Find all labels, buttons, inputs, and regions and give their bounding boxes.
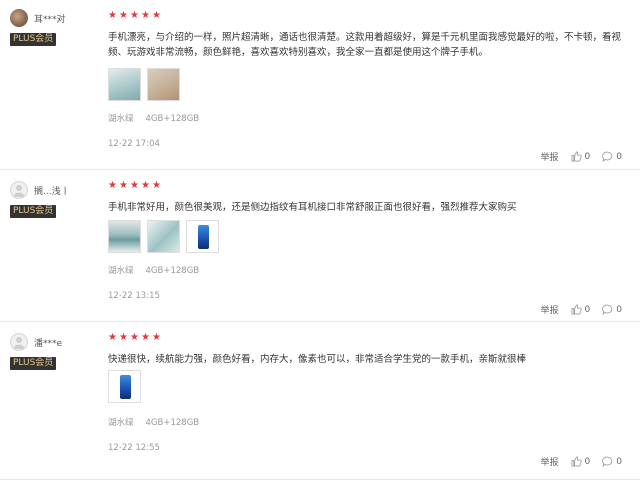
star-icon: ★ (141, 10, 150, 21)
avatar[interactable] (10, 333, 28, 351)
review-image-thumbnail[interactable] (186, 220, 219, 253)
like-count: 0 (584, 304, 591, 315)
variant-color: 湖水绿 (108, 266, 134, 276)
variant-spec: 4GB+128GB (145, 266, 200, 276)
star-icon: ★ (141, 180, 150, 191)
reply-button[interactable]: 0 (602, 304, 622, 315)
product-variant: 湖水绿 4GB+128GB (108, 112, 199, 124)
star-icon: ★ (108, 332, 117, 343)
star-icon: ★ (141, 332, 150, 343)
star-icon: ★ (130, 10, 139, 21)
default-avatar-icon (13, 337, 25, 349)
star-icon: ★ (130, 332, 139, 343)
report-button[interactable]: 举报 (541, 150, 559, 163)
report-button[interactable]: 举报 (541, 303, 559, 316)
star-icon: ★ (119, 332, 128, 343)
plus-member-badge: PLUS会员 (10, 357, 57, 370)
review-item: 潘***e PLUS会员 ★ ★ ★ ★ ★ 快递很快，续航能力强，颜色好看，内… (0, 322, 640, 480)
review-actions: 举报 0 0 (541, 150, 622, 164)
review-time: 12-22 12:55 (108, 443, 160, 453)
review-image-thumbnail[interactable] (108, 220, 141, 253)
star-icon: ★ (108, 10, 117, 21)
comment-icon (602, 456, 613, 467)
review-item: 耳***对 PLUS会员 ★ ★ ★ ★ ★ 手机漂亮，与介绍的一样，照片超清晰… (0, 0, 640, 170)
reply-count: 0 (616, 304, 622, 315)
reply-button[interactable]: 0 (602, 456, 622, 467)
report-button[interactable]: 举报 (541, 455, 559, 468)
star-icon: ★ (152, 10, 161, 21)
review-images (108, 220, 219, 253)
review-image-thumbnail[interactable] (108, 370, 141, 403)
default-avatar-icon (13, 185, 25, 197)
review-image-thumbnail[interactable] (108, 68, 141, 101)
star-icon: ★ (108, 180, 117, 191)
review-image-thumbnail[interactable] (147, 220, 180, 253)
rating-stars: ★ ★ ★ ★ ★ (108, 333, 162, 344)
review-text: 快递很快，续航能力强，颜色好看，内存大，像素也可以，非常适合学生党的一款手机，亲… (108, 354, 527, 365)
review-text: 手机漂亮，与介绍的一样，照片超清晰，通话也很清楚。这款用着超级好，算是千元机里面… (108, 32, 622, 58)
thumbs-up-icon (571, 304, 582, 315)
like-button[interactable]: 0 (571, 304, 591, 315)
avatar[interactable] (10, 181, 28, 199)
reply-count: 0 (616, 456, 622, 467)
thumbs-up-icon (571, 151, 582, 162)
variant-spec: 4GB+128GB (145, 114, 200, 124)
plus-member-badge: PLUS会员 (10, 205, 57, 218)
star-icon: ★ (152, 332, 161, 343)
product-variant: 湖水绿 4GB+128GB (108, 264, 199, 276)
like-count: 0 (584, 151, 591, 162)
comment-icon (602, 304, 613, 315)
review-images (108, 68, 180, 101)
rating-stars: ★ ★ ★ ★ ★ (108, 181, 162, 192)
product-variant: 湖水绿 4GB+128GB (108, 416, 199, 428)
star-icon: ★ (130, 180, 139, 191)
star-icon: ★ (119, 10, 128, 21)
rating-stars: ★ ★ ★ ★ ★ (108, 11, 162, 22)
star-icon: ★ (119, 180, 128, 191)
like-button[interactable]: 0 (571, 151, 591, 162)
like-button[interactable]: 0 (571, 456, 591, 467)
review-images (108, 370, 141, 403)
review-image-thumbnail[interactable] (147, 68, 180, 101)
review-time: 12-22 17:04 (108, 139, 160, 149)
review-actions: 举报 0 0 (541, 303, 622, 317)
review-item: 搁...浅丨 PLUS会员 ★ ★ ★ ★ ★ 手机非常好用，颜色很美观，还是侧… (0, 170, 640, 322)
thumbs-up-icon (571, 456, 582, 467)
plus-member-badge: PLUS会员 (10, 33, 57, 46)
review-actions: 举报 0 0 (541, 455, 622, 469)
reviewer-name[interactable]: 耳***对 (34, 12, 66, 25)
comment-icon (602, 151, 613, 162)
like-count: 0 (584, 456, 591, 467)
reviewer-name[interactable]: 潘***e (34, 336, 62, 349)
avatar[interactable] (10, 9, 28, 27)
variant-color: 湖水绿 (108, 114, 134, 124)
review-text: 手机非常好用，颜色很美观，还是侧边指纹有耳机接口非常舒服正面也很好看，强烈推荐大… (108, 202, 517, 213)
review-time: 12-22 13:15 (108, 291, 160, 301)
variant-color: 湖水绿 (108, 418, 134, 428)
reply-count: 0 (616, 151, 622, 162)
reviewer-name[interactable]: 搁...浅丨 (34, 184, 70, 197)
reply-button[interactable]: 0 (602, 151, 622, 162)
variant-spec: 4GB+128GB (145, 418, 200, 428)
star-icon: ★ (152, 180, 161, 191)
